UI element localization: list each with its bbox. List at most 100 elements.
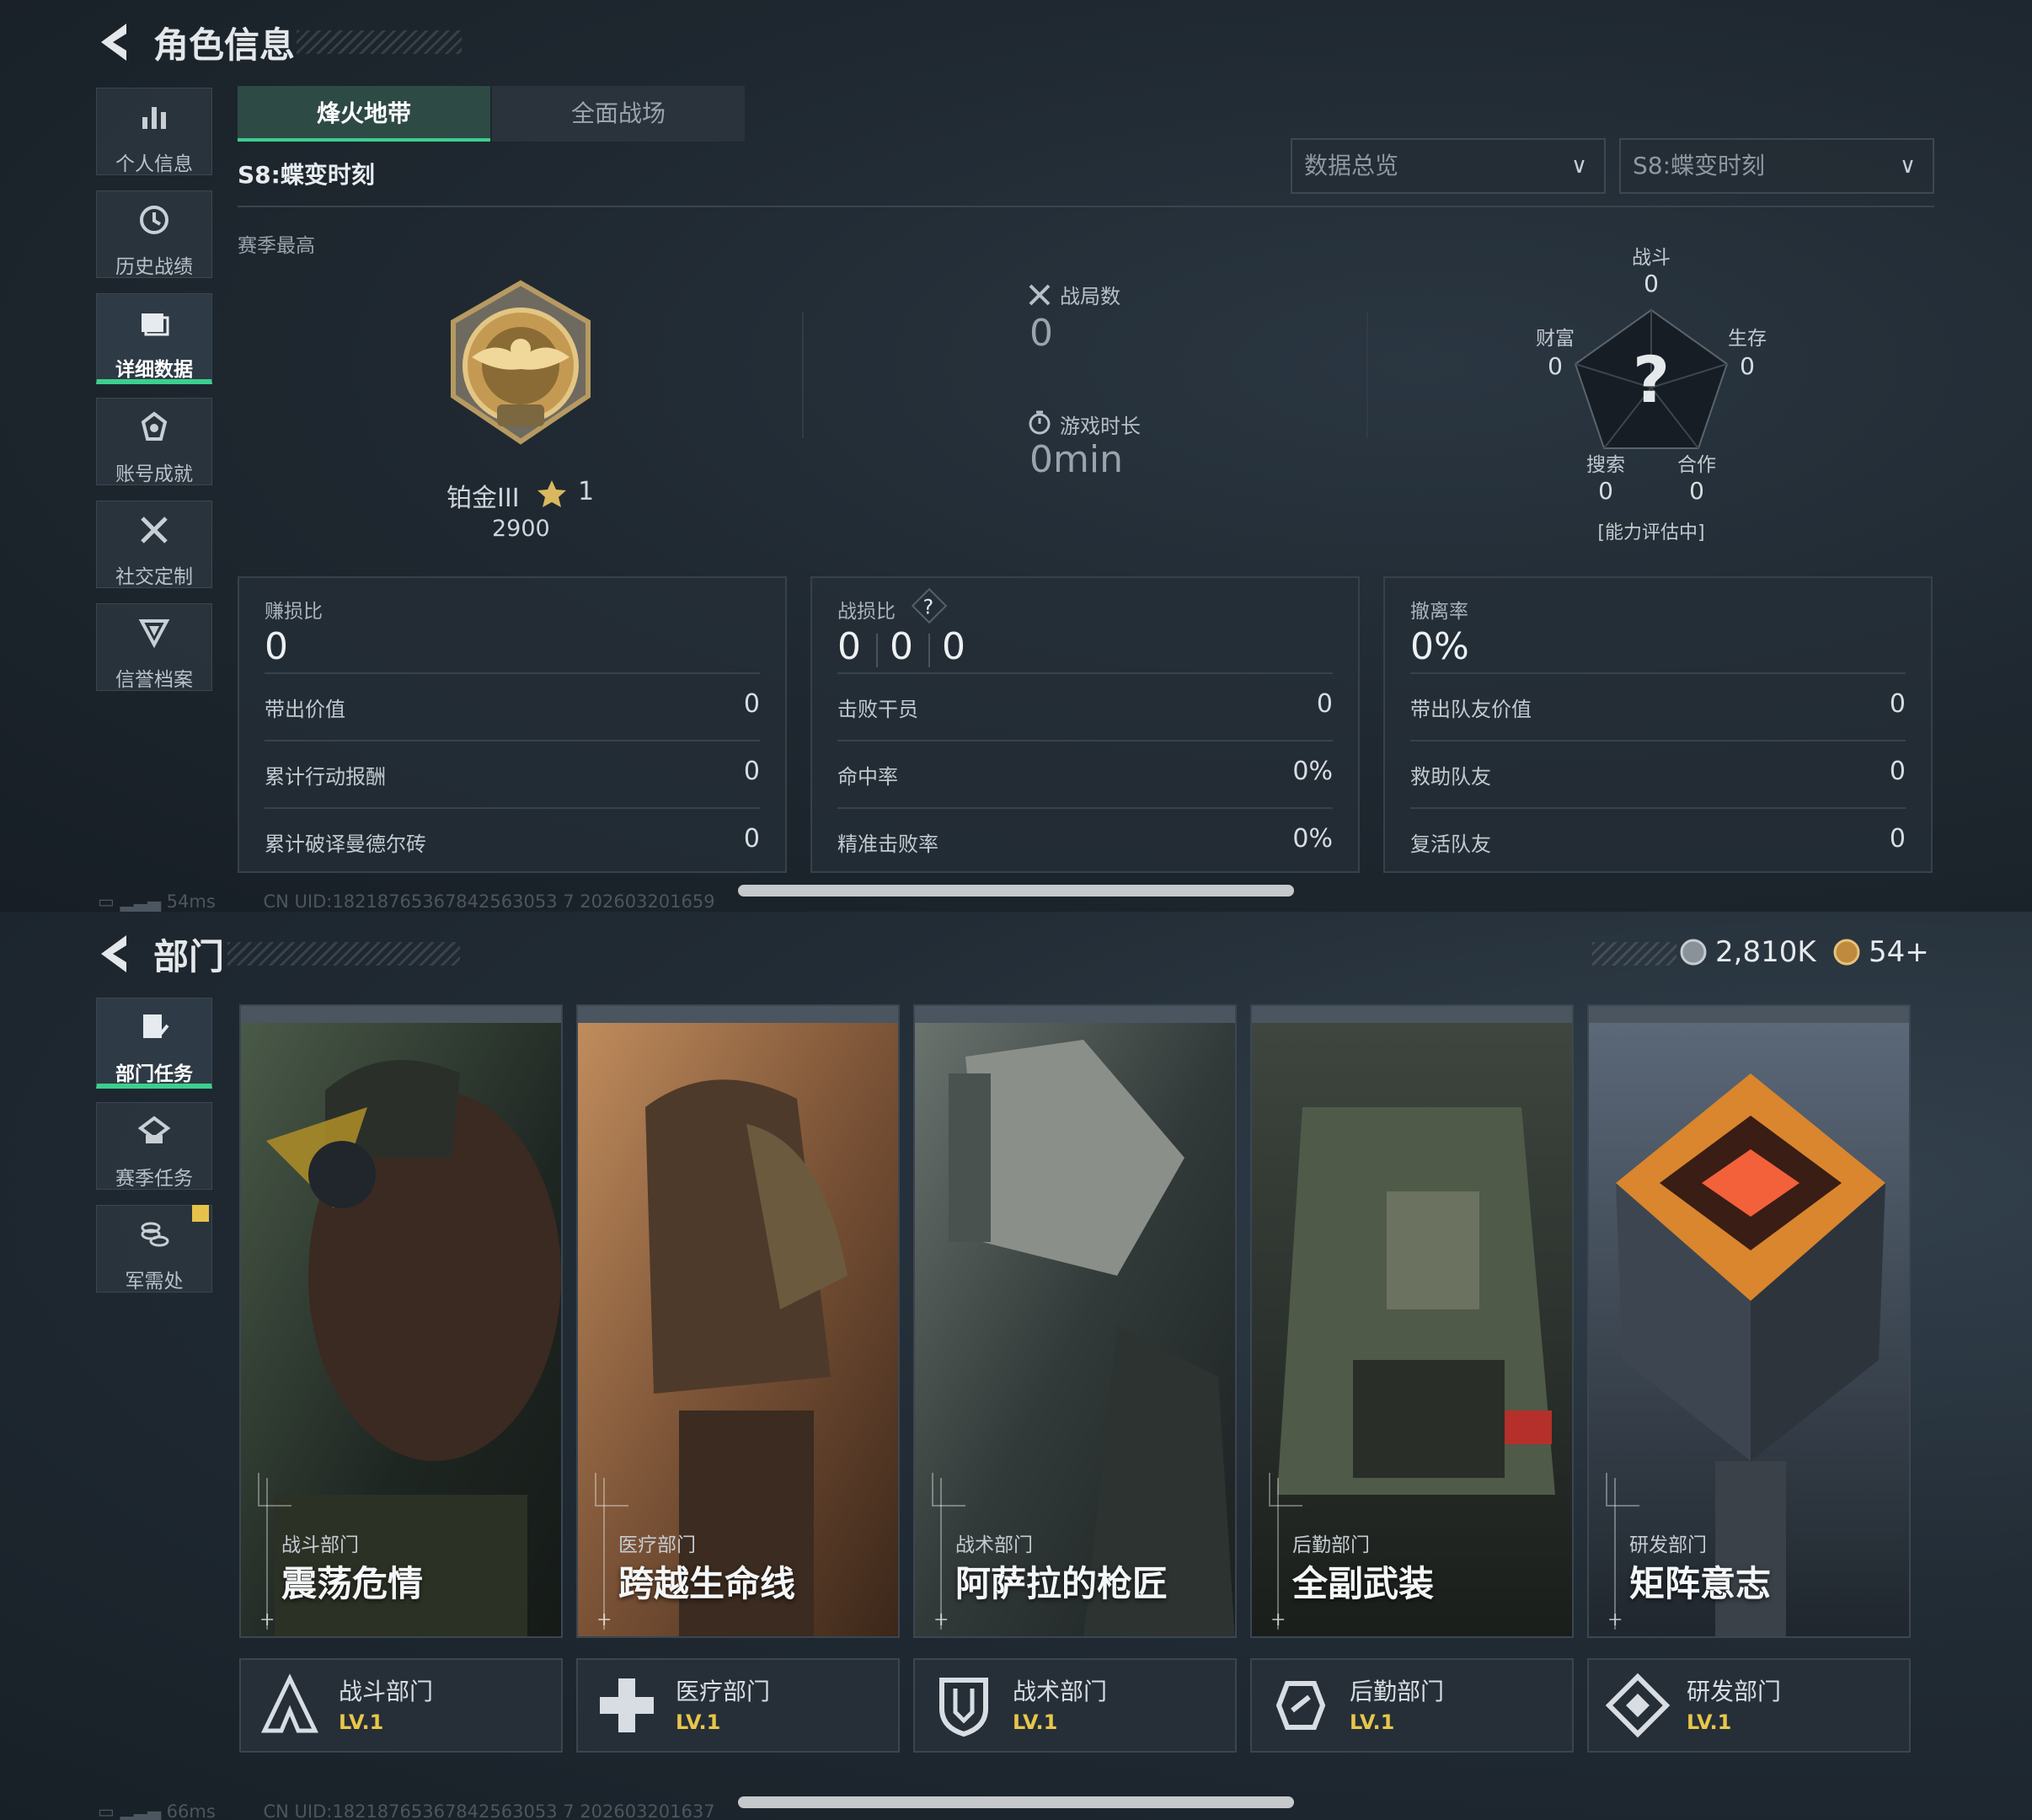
card-title: 撤离率: [1410, 601, 1468, 623]
sidebar-item-history[interactable]: 历史战绩: [96, 190, 212, 278]
department-level: LV.1: [1013, 1710, 1058, 1734]
sidebar-item-detailed-data[interactable]: 详细数据: [96, 293, 212, 384]
department-level-combat[interactable]: 战斗部门 LV.1: [239, 1658, 563, 1753]
sidebar-item-label: 赛季任务: [115, 1168, 193, 1190]
playtime-label: 游戏时长: [1060, 415, 1141, 438]
department-subtitle: 后勤部门: [1292, 1534, 1370, 1556]
signal-icon: ▂▃▄: [120, 1801, 161, 1820]
rank-name: 铂金III: [447, 484, 520, 513]
sidebar-item-season-tasks[interactable]: 赛季任务: [96, 1102, 212, 1190]
department-card-combat[interactable]: 战斗部门 震荡危情 +: [239, 1004, 563, 1638]
department-card-medical[interactable]: 医疗部门 跨越生命线 +: [576, 1004, 900, 1638]
sidebar-item-social[interactable]: 社交定制: [96, 500, 212, 588]
radar-unknown-marker: ?: [1632, 342, 1671, 417]
shield-icon: [97, 616, 211, 660]
sidebar-item-label: 账号成就: [115, 463, 193, 485]
home-indicator[interactable]: [738, 885, 1294, 897]
department-level-medical[interactable]: 医疗部门 LV.1: [576, 1658, 900, 1753]
folder-icon: [97, 306, 211, 350]
stat-row: 命中率 0%: [837, 740, 1333, 807]
tab-battlefield[interactable]: 全面战场: [492, 86, 745, 142]
data-overview-dropdown[interactable]: 数据总览 ∨: [1291, 138, 1606, 194]
corner-decoration: [1269, 1473, 1302, 1507]
sidebar-item-label: 部门任务: [115, 1063, 193, 1085]
sidebar-item-achievements[interactable]: 账号成就: [96, 398, 212, 485]
department-subtitle: 战斗部门: [281, 1534, 359, 1556]
back-arrow-icon[interactable]: [94, 932, 131, 976]
header-divider: [238, 206, 1934, 207]
stat-divider: [802, 312, 804, 438]
sidebar-item-department-tasks[interactable]: 部门任务: [96, 998, 212, 1089]
card-topbar: [1252, 1006, 1572, 1023]
sidebar-item-label: 社交定制: [115, 566, 193, 588]
sidebar-item-personal-info[interactable]: 个人信息: [96, 88, 212, 175]
card-title: 赚损比: [265, 601, 323, 623]
rank-score: 2900: [492, 516, 550, 542]
stat-row: 精准击败率 0%: [837, 807, 1333, 875]
matches-value: 0: [1029, 312, 1053, 355]
status-bar: ▭ ▂▃▄ 54ms CN UID:18218765367842563053 7…: [98, 891, 715, 912]
plus-icon: +: [1607, 1609, 1623, 1630]
playtime-value: 0min: [1029, 438, 1123, 481]
department-task-name: 跨越生命线: [618, 1563, 796, 1604]
ping-text: 54ms: [166, 891, 216, 912]
stat-value: 0: [1889, 824, 1906, 854]
stat-value: 0%: [1292, 824, 1333, 854]
coins-icon: [97, 1218, 211, 1261]
radar-label-cooperation: 合作: [1677, 454, 1716, 476]
help-icon[interactable]: ?: [911, 587, 948, 624]
stat-value: 0: [743, 757, 760, 786]
department-name: 医疗部门: [676, 1678, 771, 1705]
dropdown-value: S8:蝶变时刻: [1633, 152, 1766, 179]
department-name: 战术部门: [1013, 1678, 1108, 1705]
corner-decoration: [595, 1473, 628, 1507]
department-card-tactical[interactable]: 战术部门 阿萨拉的枪匠 +: [913, 1004, 1237, 1638]
department-name: 战斗部门: [339, 1678, 434, 1705]
stat-label: 复活队友: [1410, 832, 1491, 856]
title-hatch-decoration: [227, 942, 460, 966]
department-card-logistics[interactable]: 后勤部门 全副武装 +: [1250, 1004, 1574, 1638]
tab-firezone[interactable]: 烽火地带: [238, 86, 490, 142]
stat-label: 累计破译曼德尔砖: [265, 832, 426, 856]
stat-row: 救助队友 0: [1410, 740, 1906, 807]
plus-icon: +: [259, 1609, 275, 1630]
department-name: 研发部门: [1687, 1678, 1782, 1705]
plus-icon: +: [596, 1609, 612, 1630]
combat-department-icon: [261, 1673, 318, 1733]
radar-value-survival: 0: [1740, 352, 1755, 380]
season-best-label: 赛季最高: [238, 235, 315, 257]
card-topbar: [1589, 1006, 1909, 1023]
season-title: S8:蝶变时刻: [238, 161, 375, 189]
department-level-tactical[interactable]: 战术部门 LV.1: [913, 1658, 1237, 1753]
sidebar-item-reputation[interactable]: 信誉档案: [96, 603, 212, 691]
value-separator: [876, 634, 878, 667]
home-indicator[interactable]: [738, 1796, 1294, 1808]
department-task-name: 震荡危情: [281, 1563, 424, 1604]
help-icon-glyph: ?: [922, 595, 933, 619]
radar-value-combat: 0: [1644, 270, 1659, 297]
department-subtitle: 医疗部门: [618, 1534, 696, 1556]
kd-ratio-card: 战损比 ? 0 0 0 击败干员 0 命中率 0% 精准击败率 0%: [810, 576, 1360, 873]
department-screen: 部门 2,810K 54+ 部门任务 赛季任务 军需处 战斗部门 震荡危情 + …: [0, 912, 2032, 1820]
department-task-name: 矩阵意志: [1629, 1563, 1772, 1604]
department-level-logistics[interactable]: 后勤部门 LV.1: [1250, 1658, 1574, 1753]
stat-row: 带出队友价值 0: [1410, 672, 1906, 740]
department-level-research[interactable]: 研发部门 LV.1: [1587, 1658, 1911, 1753]
title-hatch-decoration: [297, 30, 462, 54]
back-arrow-icon[interactable]: [94, 20, 131, 64]
sidebar-item-label: 个人信息: [115, 153, 193, 175]
department-card-research[interactable]: 研发部门 矩阵意志 +: [1587, 1004, 1911, 1638]
notification-badge: [192, 1205, 209, 1222]
crossed-swords-icon: [1029, 284, 1051, 306]
page-title: 角色信息: [153, 24, 296, 66]
department-level: LV.1: [1687, 1710, 1732, 1734]
chevron-down-icon: ∨: [1899, 153, 1916, 179]
radar-status: [能力评估中]: [1597, 522, 1705, 543]
season-dropdown[interactable]: S8:蝶变时刻 ∨: [1619, 138, 1934, 194]
battery-icon: ▭: [98, 891, 115, 912]
stat-divider: [1366, 312, 1368, 438]
sidebar-item-label: 历史战绩: [115, 256, 193, 278]
department-task-name: 阿萨拉的枪匠: [955, 1563, 1168, 1604]
stat-row: 带出价值 0: [265, 672, 760, 740]
stat-label: 带出价值: [265, 698, 345, 721]
